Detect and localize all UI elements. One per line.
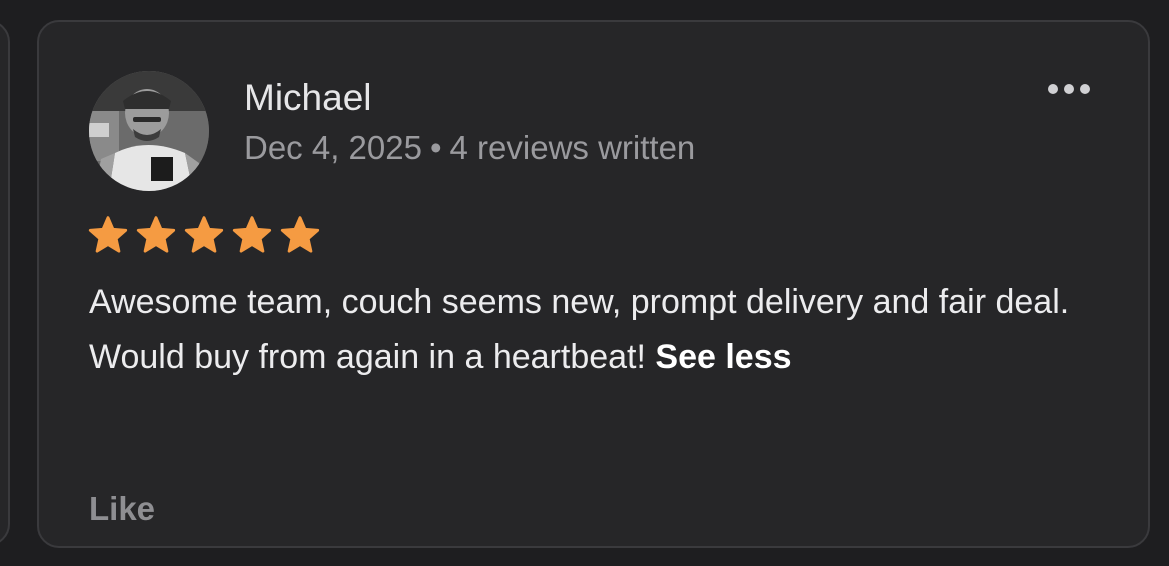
more-horizontal-icon	[1080, 84, 1090, 94]
star-icon	[136, 216, 176, 253]
review-text-block: Awesome team, couch seems new, prompt de…	[89, 275, 1129, 385]
meta-separator: •	[429, 129, 442, 166]
star-icon	[232, 216, 272, 253]
review-date: Dec 4, 2025	[244, 129, 422, 166]
reviews-written-count[interactable]: 4 reviews written	[450, 129, 696, 166]
star-rating	[87, 215, 321, 255]
more-horizontal-icon	[1064, 84, 1074, 94]
reviews-carousel: Michael Dec 4, 2025 • 4 reviews written Aw…	[0, 0, 1169, 566]
review-text: Awesome team, couch seems new, prompt de…	[89, 283, 1070, 376]
more-options-button[interactable]	[1039, 74, 1099, 104]
author-name[interactable]: Michael	[244, 76, 372, 120]
review-card: Michael Dec 4, 2025 • 4 reviews written Aw…	[37, 20, 1150, 548]
star-icon	[88, 216, 128, 253]
avatar[interactable]	[89, 71, 209, 191]
see-less-link[interactable]: See less	[655, 338, 791, 376]
review-meta: Dec 4, 2025 • 4 reviews written	[244, 127, 695, 169]
star-icon	[184, 216, 224, 253]
like-button[interactable]: Like	[89, 490, 155, 528]
avatar-photo	[89, 71, 209, 191]
previous-review-card[interactable]	[0, 20, 10, 546]
star-icon	[280, 216, 320, 253]
more-horizontal-icon	[1048, 84, 1058, 94]
